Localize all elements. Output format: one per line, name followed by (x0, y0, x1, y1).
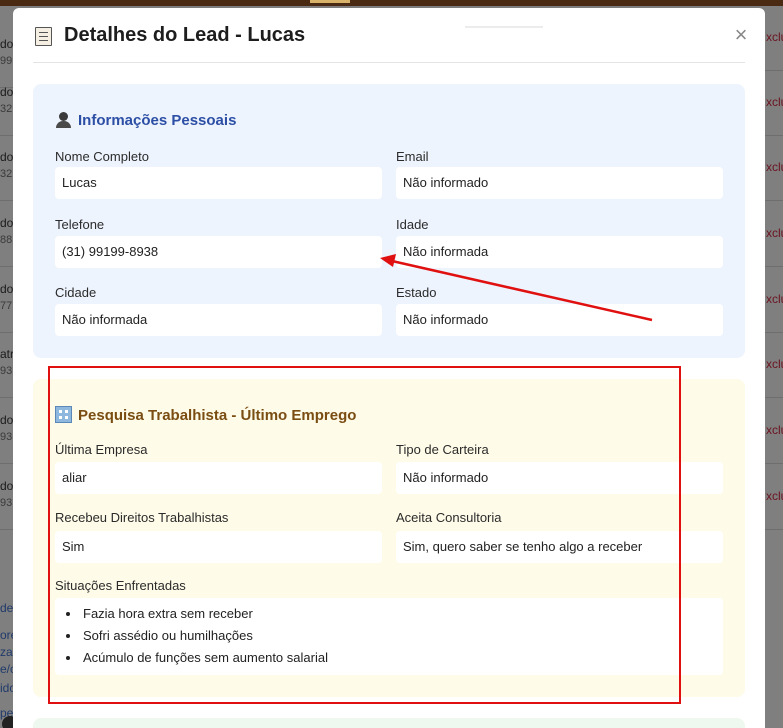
next-section-peek (33, 718, 745, 728)
person-silhouette-icon (55, 111, 72, 128)
section-title-text: Pesquisa Trabalhista - Último Emprego (78, 407, 357, 424)
work-research-section: Pesquisa Trabalhista - Último Emprego Úl… (33, 379, 745, 697)
field-label-city: Cidade (55, 285, 97, 300)
field-label-email: Email (396, 149, 429, 164)
field-value-card-type: Não informado (396, 462, 723, 494)
field-value-age: Não informada (396, 236, 723, 268)
document-icon (35, 27, 52, 46)
personal-info-section: Informações Pessoais Nome Completo Lucas… (33, 84, 745, 358)
field-value-city: Não informada (55, 304, 382, 336)
field-label-last-company: Última Empresa (55, 442, 148, 457)
field-value-full-name: Lucas (55, 167, 382, 199)
field-label-received-rights: Recebeu Direitos Trabalhistas (55, 510, 229, 525)
field-label-card-type: Tipo de Carteira (396, 442, 489, 457)
field-value-last-company: aliar (55, 462, 382, 494)
field-label-phone: Telefone (55, 217, 105, 232)
close-button[interactable]: × (730, 24, 752, 48)
section-title-work: Pesquisa Trabalhista - Último Emprego (55, 406, 356, 424)
field-value-received-rights: Sim (55, 531, 382, 563)
app-top-bar (0, 0, 783, 6)
field-label-age: Idade (396, 217, 429, 232)
lead-details-modal: Detalhes do Lead - Lucas × Informações P… (13, 8, 765, 728)
field-value-email: Não informado (396, 167, 723, 199)
field-label-state: Estado (396, 285, 437, 300)
field-value-accepts-consulting: Sim, quero saber se tenho algo a receber (396, 531, 723, 563)
field-label-full-name: Nome Completo (55, 149, 149, 164)
modal-title: Detalhes do Lead - Lucas (64, 24, 306, 46)
list-item: Fazia hora extra sem receber (81, 605, 328, 627)
field-label-situations: Situações Enfrentadas (55, 578, 186, 593)
field-value-phone: (31) 99199-8938 (55, 236, 382, 268)
section-title-text: Informações Pessoais (78, 112, 237, 129)
section-title-personal: Informações Pessoais (55, 111, 236, 129)
field-label-accepts-consulting: Aceita Consultoria (396, 510, 502, 525)
list-item: Acúmulo de funções sem aumento salarial (81, 649, 328, 671)
list-item: Sofri assédio ou humilhações (81, 627, 328, 649)
field-value-state: Não informado (396, 304, 723, 336)
top-bar-tab-indicator (310, 0, 350, 3)
situations-list: Fazia hora extra sem receber Sofri asséd… (55, 598, 723, 675)
header-divider-hint (465, 26, 543, 28)
office-building-icon (55, 406, 72, 423)
modal-header: Detalhes do Lead - Lucas × (33, 8, 747, 63)
